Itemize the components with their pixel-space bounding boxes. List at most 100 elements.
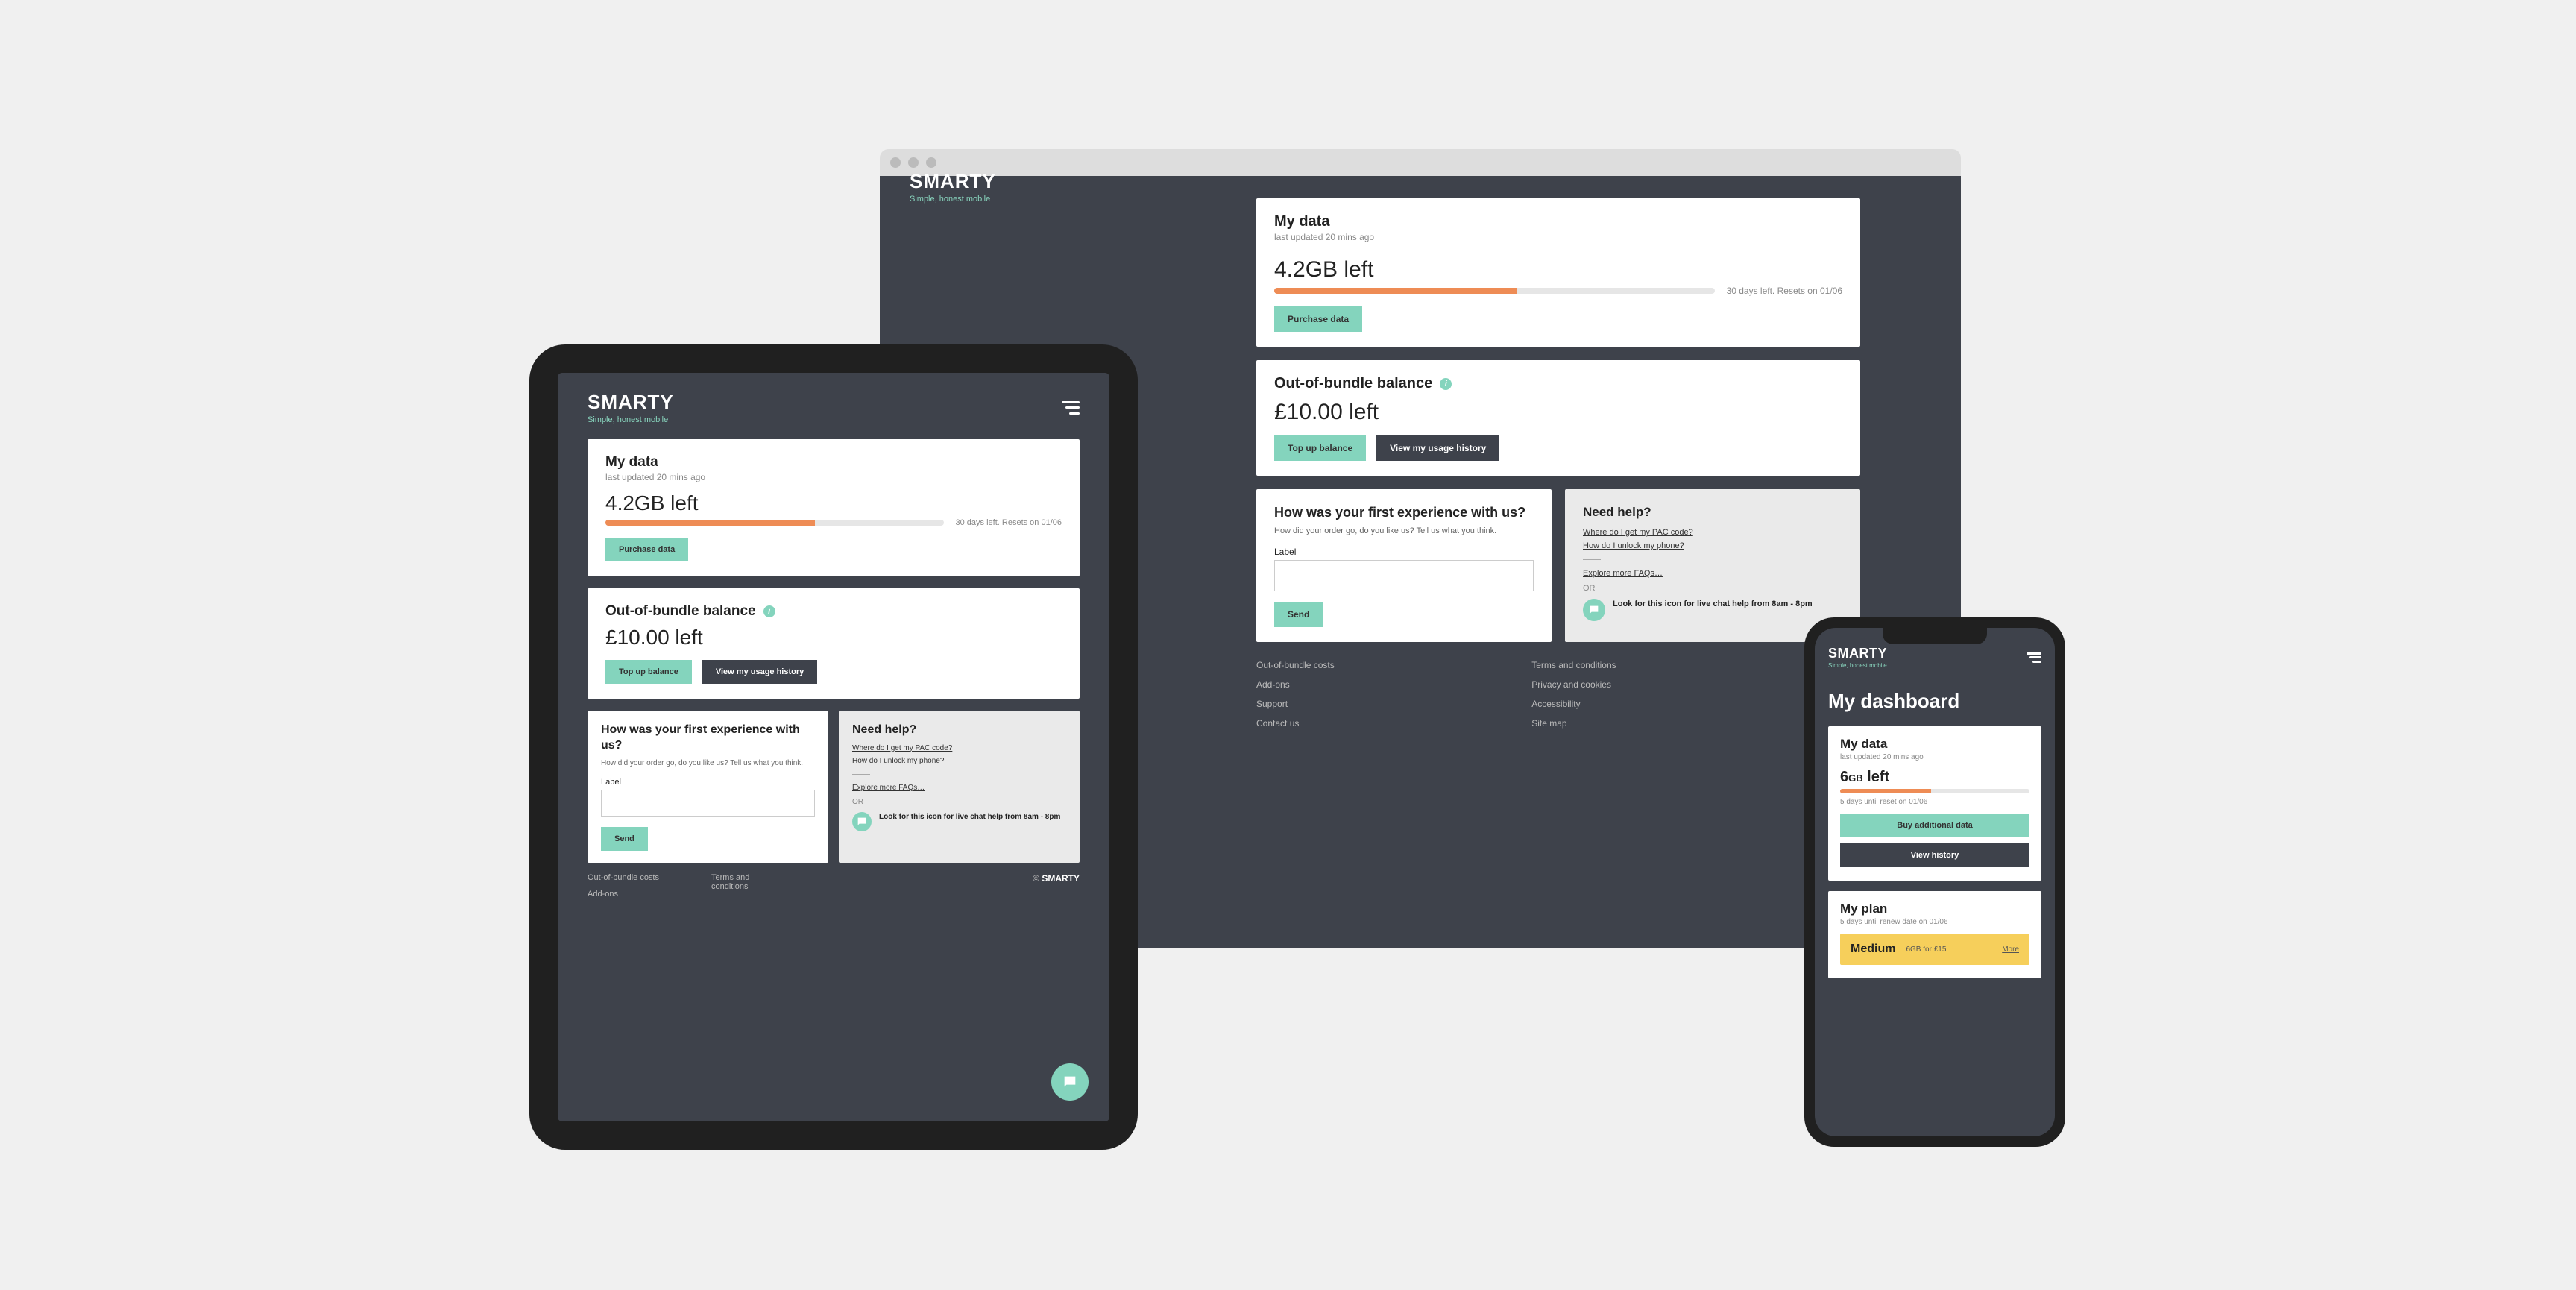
brand-tagline: Simple, honest mobile <box>588 415 674 424</box>
window-dot <box>890 157 901 168</box>
my-data-updated: last updated 20 mins ago <box>605 472 1062 482</box>
data-progress-bar <box>1840 789 2029 793</box>
view-history-button[interactable]: View history <box>1840 843 2029 867</box>
menu-icon[interactable] <box>2027 652 2041 663</box>
my-plan-title: My plan <box>1840 902 2029 916</box>
my-data-title: My data <box>1840 737 2029 752</box>
plan-more-link[interactable]: More <box>2002 946 2019 954</box>
help-title: Need help? <box>1583 504 1842 520</box>
brand-logo: SMARTY <box>588 391 674 414</box>
experience-input-label: Label <box>1274 547 1534 557</box>
chat-help-text: Look for this icon for live chat help fr… <box>1613 599 1813 610</box>
experience-input[interactable] <box>1274 560 1534 591</box>
brand-block: SMARTY Simple, honest mobile <box>910 170 996 204</box>
footer-link[interactable]: Out-of-bundle costs <box>588 873 659 882</box>
experience-input[interactable] <box>601 790 815 817</box>
my-data-title: My data <box>1274 213 1842 230</box>
purchase-data-button[interactable]: Purchase data <box>605 538 688 561</box>
plan-detail: 6GB for £15 <box>1906 946 1991 954</box>
copyright-brand: SMARTY <box>1042 873 1080 884</box>
footer-link[interactable]: Add-ons <box>1256 679 1335 690</box>
balance-card: Out-of-bundle balance i £10.00 left Top … <box>588 588 1080 699</box>
usage-history-button[interactable]: View my usage history <box>1376 435 1499 461</box>
menu-icon[interactable] <box>1062 401 1080 415</box>
brand-block: SMARTY Simple, honest mobile <box>1828 646 1887 669</box>
plan-pill: Medium 6GB for £15 More <box>1840 934 2029 965</box>
renew-text: 5 days until renew date on 01/06 <box>1840 918 2029 926</box>
help-card: Need help? Where do I get my PAC code? H… <box>1565 489 1860 642</box>
chat-icon[interactable] <box>852 812 872 831</box>
experience-body: How did your order go, do you like us? T… <box>1274 526 1534 537</box>
data-reset-text: 30 days left. Resets on 01/06 <box>1727 286 1842 296</box>
footer-link[interactable]: Add-ons <box>588 890 659 899</box>
copyright: © SMARTY <box>1033 873 1080 899</box>
footer-link[interactable]: Out-of-bundle costs <box>1256 660 1335 670</box>
help-card: Need help? Where do I get my PAC code? H… <box>839 711 1080 863</box>
or-text: OR <box>852 798 1066 806</box>
divider <box>1583 559 1601 560</box>
dashboard-title: My dashboard <box>1828 690 2041 713</box>
explore-faqs-link[interactable]: Explore more FAQs… <box>1583 569 1842 578</box>
my-data-card: My data last updated 20 mins ago 4.2GB l… <box>588 439 1080 576</box>
balance-amount: £10.00 left <box>1274 400 1842 425</box>
experience-title: How was your first experience with us? <box>601 723 815 754</box>
faq-link-unlock[interactable]: How do I unlock my phone? <box>852 757 1066 765</box>
tablet-footer: Out-of-bundle costs Add-ons Terms and co… <box>558 863 1109 899</box>
usage-history-button[interactable]: View my usage history <box>702 660 817 684</box>
balance-title: Out-of-bundle balance <box>605 603 756 620</box>
desktop-footer: Out-of-bundle costs Add-ons Support Cont… <box>1256 660 1860 729</box>
browser-titlebar <box>880 149 1961 176</box>
footer-link[interactable]: Privacy and cookies <box>1531 679 1616 690</box>
data-progress-bar <box>1274 288 1715 294</box>
footer-link[interactable]: Contact us <box>1256 718 1335 729</box>
window-dot <box>926 157 936 168</box>
brand-block: SMARTY Simple, honest mobile <box>588 391 674 424</box>
data-remaining: 4.2GB left <box>1274 257 1373 283</box>
footer-link[interactable]: Support <box>1256 699 1335 709</box>
send-button[interactable]: Send <box>1274 602 1323 627</box>
brand-tagline: Simple, honest mobile <box>1828 662 1887 669</box>
plan-name: Medium <box>1851 943 1895 956</box>
my-data-card: My data last updated 20 mins ago 4.2GB l… <box>1256 198 1860 347</box>
balance-card: Out-of-bundle balance i £10.00 left Top … <box>1256 360 1860 476</box>
tablet-frame: SMARTY Simple, honest mobile My data las… <box>529 344 1138 1150</box>
data-reset-text: 30 days left. Resets on 01/06 <box>956 518 1062 527</box>
my-plan-card: My plan 5 days until renew date on 01/06… <box>1828 891 2041 978</box>
experience-card: How was your first experience with us? H… <box>588 711 828 863</box>
chat-fab[interactable] <box>1051 1063 1089 1101</box>
chat-icon[interactable] <box>1583 599 1605 621</box>
data-remaining: 6GB left <box>1840 769 2029 786</box>
brand-logo: SMARTY <box>910 170 996 193</box>
info-icon[interactable]: i <box>763 605 775 617</box>
topup-button[interactable]: Top up balance <box>1274 435 1366 461</box>
experience-card: How was your first experience with us? H… <box>1256 489 1552 642</box>
phone-screen: SMARTY Simple, honest mobile My dashboar… <box>1815 628 2055 1136</box>
footer-link[interactable]: Accessibility <box>1531 699 1616 709</box>
data-suffix: left <box>1863 769 1890 785</box>
phone-notch <box>1883 628 1987 644</box>
send-button[interactable]: Send <box>601 827 648 851</box>
explore-faqs-link[interactable]: Explore more FAQs… <box>852 784 1066 792</box>
footer-link[interactable]: Site map <box>1531 718 1616 729</box>
faq-link-pac[interactable]: Where do I get my PAC code? <box>852 744 1066 752</box>
info-icon[interactable]: i <box>1440 378 1452 390</box>
balance-amount: £10.00 left <box>605 626 1062 649</box>
tablet-screen: SMARTY Simple, honest mobile My data las… <box>558 373 1109 1121</box>
my-data-card: My data last updated 20 mins ago 6GB lef… <box>1828 726 2041 881</box>
window-dot <box>908 157 919 168</box>
my-data-updated: last updated 20 mins ago <box>1274 232 1842 242</box>
data-num: 6 <box>1840 769 1848 785</box>
footer-link[interactable]: Terms and conditions <box>711 873 771 891</box>
or-text: OR <box>1583 584 1842 593</box>
footer-link[interactable]: Terms and conditions <box>1531 660 1616 670</box>
buy-data-button[interactable]: Buy additional data <box>1840 814 2029 837</box>
my-data-updated: last updated 20 mins ago <box>1840 753 2029 761</box>
faq-link-unlock[interactable]: How do I unlock my phone? <box>1583 541 1842 550</box>
copyright-prefix: © <box>1033 873 1039 884</box>
data-unit: GB <box>1848 773 1863 784</box>
purchase-data-button[interactable]: Purchase data <box>1274 306 1362 332</box>
reset-text: 5 days until reset on 01/06 <box>1840 798 2029 806</box>
faq-link-pac[interactable]: Where do I get my PAC code? <box>1583 528 1842 537</box>
experience-body: How did your order go, do you like us? T… <box>601 758 815 769</box>
topup-button[interactable]: Top up balance <box>605 660 692 684</box>
